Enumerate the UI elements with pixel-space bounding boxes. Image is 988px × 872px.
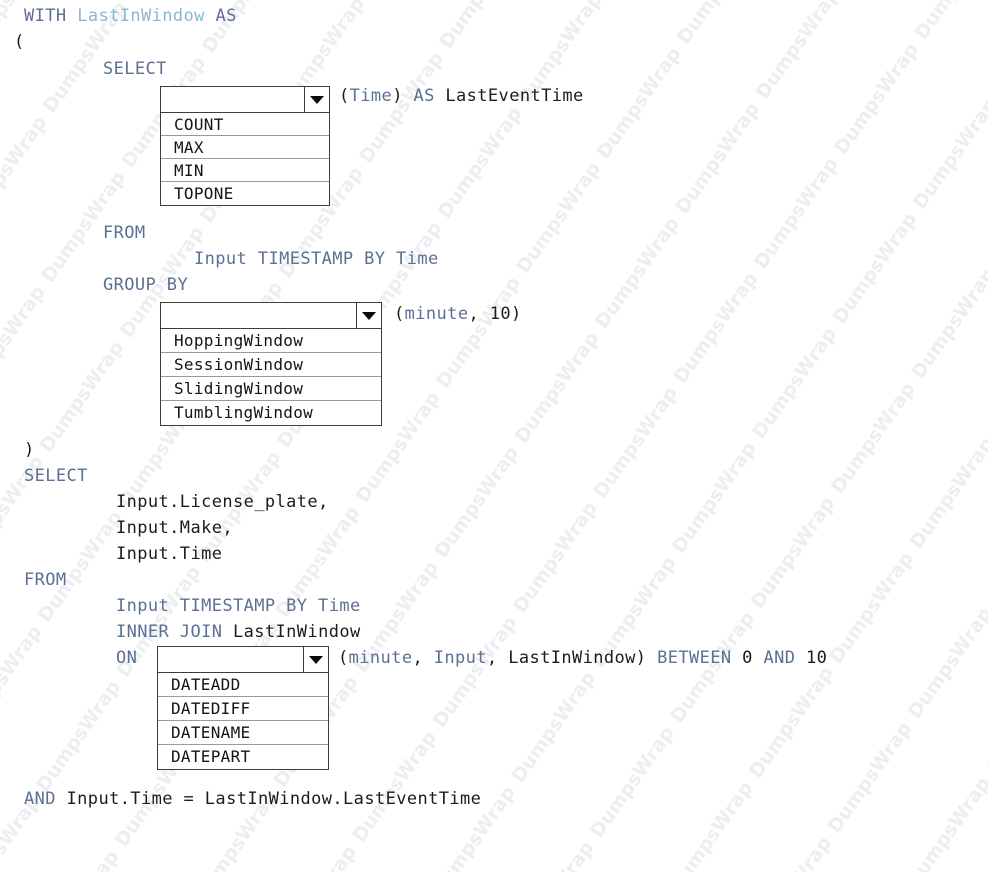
code-token: Input.Make,	[116, 518, 233, 538]
code-token: Input TIMESTAMP BY Time	[194, 249, 439, 269]
code-token: 0	[732, 648, 764, 668]
code-token: FROM	[24, 570, 67, 590]
code-line: SELECT	[24, 466, 88, 487]
code-token: FROM	[103, 223, 146, 243]
code-line: Input TIMESTAMP BY Time	[116, 596, 361, 617]
dropdown-option[interactable]: HoppingWindow	[161, 329, 381, 353]
code-token: LastInWindow	[233, 622, 361, 642]
dropdown-option[interactable]: SlidingWindow	[161, 377, 381, 401]
code-token: Time	[350, 86, 393, 106]
code-line: SELECT	[103, 59, 167, 80]
code-line: (minute, Input, LastInWindow) BETWEEN 0 …	[338, 648, 827, 669]
chevron-down-icon[interactable]	[304, 86, 330, 113]
code-token: SELECT	[24, 466, 88, 486]
code-token: AS	[413, 86, 434, 106]
code-line: ON	[116, 648, 137, 669]
code-token: 10	[795, 648, 827, 668]
dropdown-option[interactable]: TumblingWindow	[161, 401, 381, 425]
code-line: (	[14, 32, 25, 53]
aggregate-function-dropdown[interactable]: COUNT MAX MIN TOPONE	[160, 86, 330, 206]
code-token: (	[338, 648, 349, 668]
code-token: minute	[349, 648, 413, 668]
chevron-down-icon[interactable]	[356, 302, 382, 329]
dropdown-option[interactable]: MIN	[161, 159, 329, 182]
code-token: )	[392, 86, 413, 106]
code-token: (	[339, 86, 350, 106]
code-token: AND	[24, 789, 56, 809]
dropdown-option[interactable]: MAX	[161, 136, 329, 159]
code-token: LastEventTime	[435, 86, 584, 106]
dropdown-option[interactable]: DATEDIFF	[158, 697, 328, 721]
code-line: FROM	[24, 570, 67, 591]
code-line: INNER JOIN LastInWindow	[116, 622, 361, 643]
code-token: BETWEEN	[657, 648, 731, 668]
code-token: )	[24, 440, 35, 460]
aggregate-function-dropdown-head[interactable]	[161, 87, 329, 113]
code-line: Input TIMESTAMP BY Time	[194, 249, 439, 270]
dropdown-option[interactable]: DATEADD	[158, 673, 328, 697]
code-token: INNER JOIN	[116, 622, 233, 642]
code-token: Input.Time = LastInWindow.LastEventTime	[56, 789, 481, 809]
code-token: WITH	[24, 6, 77, 26]
code-line: AND Input.Time = LastInWindow.LastEventT…	[24, 789, 481, 810]
code-line: GROUP BY	[103, 275, 188, 296]
code-token: ,	[412, 648, 433, 668]
code-token: ON	[116, 648, 137, 668]
date-function-option-list[interactable]: DATEADD DATEDIFF DATENAME DATEPART	[158, 673, 328, 769]
code-line: FROM	[103, 223, 146, 244]
aggregate-function-option-list[interactable]: COUNT MAX MIN TOPONE	[161, 113, 329, 205]
sql-code-block: WITH LastInWindow AS(SELECT(Time) AS Las…	[0, 0, 988, 872]
code-token: minute	[405, 304, 469, 324]
window-function-dropdown-head[interactable]	[161, 303, 381, 329]
code-token: , LastInWindow)	[487, 648, 657, 668]
code-token: Input TIMESTAMP BY Time	[116, 596, 361, 616]
window-function-selected-value	[161, 303, 381, 307]
dropdown-option[interactable]: SessionWindow	[161, 353, 381, 377]
window-function-option-list[interactable]: HoppingWindow SessionWindow SlidingWindo…	[161, 329, 381, 425]
code-line: WITH LastInWindow AS	[24, 6, 237, 27]
code-line: Input.Time	[116, 544, 222, 565]
exam-question-code-screenshot: DumpsWrapDumpsWrapDumpsWrapDumpsWrapDump…	[0, 0, 988, 872]
code-token: (	[14, 32, 25, 52]
code-token: SELECT	[103, 59, 167, 79]
code-token: AS	[205, 6, 237, 26]
code-line: (Time) AS LastEventTime	[339, 86, 584, 107]
code-token: GROUP BY	[103, 275, 188, 295]
chevron-down-icon[interactable]	[303, 646, 329, 673]
date-function-dropdown-head[interactable]	[158, 647, 328, 673]
dropdown-option[interactable]: DATEPART	[158, 745, 328, 769]
dropdown-option[interactable]: TOPONE	[161, 182, 329, 205]
window-function-dropdown[interactable]: HoppingWindow SessionWindow SlidingWindo…	[160, 302, 382, 426]
code-line: Input.License_plate,	[116, 492, 329, 513]
dropdown-option[interactable]: COUNT	[161, 113, 329, 136]
dropdown-option[interactable]: DATENAME	[158, 721, 328, 745]
code-token: Input.License_plate,	[116, 492, 329, 512]
code-token: AND	[763, 648, 795, 668]
code-token: , 10)	[468, 304, 521, 324]
date-function-dropdown[interactable]: DATEADD DATEDIFF DATENAME DATEPART	[157, 646, 329, 770]
code-token: Input	[434, 648, 487, 668]
code-token: LastInWindow	[77, 6, 205, 26]
code-line: (minute, 10)	[394, 304, 522, 325]
code-token: Input.Time	[116, 544, 222, 564]
code-line: Input.Make,	[116, 518, 233, 539]
code-line: )	[24, 440, 35, 461]
code-token: (	[394, 304, 405, 324]
